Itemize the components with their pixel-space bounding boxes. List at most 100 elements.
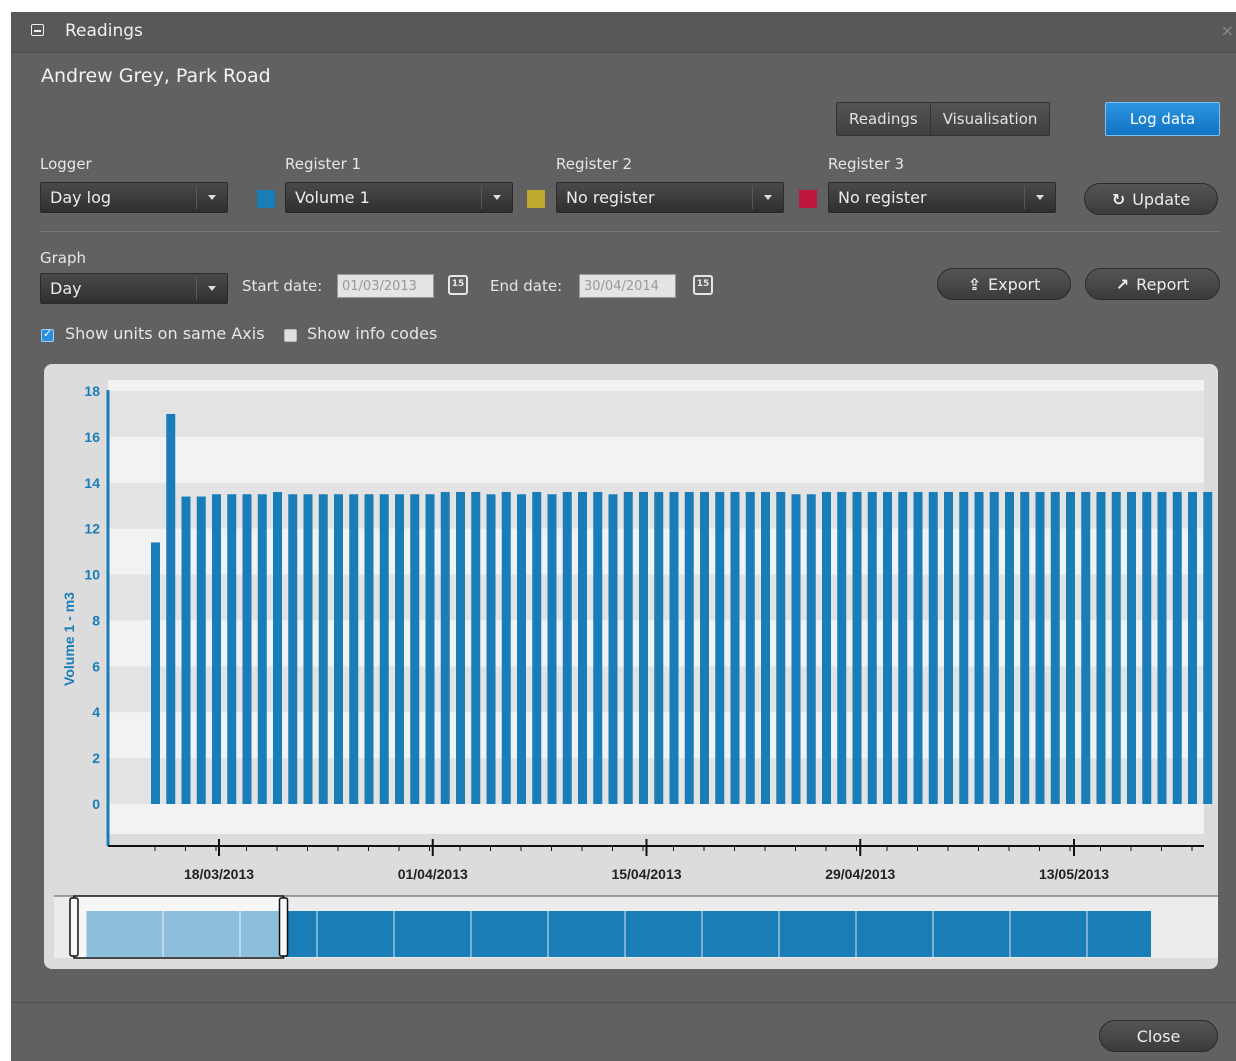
bar xyxy=(242,494,252,804)
bar xyxy=(639,491,648,804)
footer-divider xyxy=(11,1002,1236,1003)
bar xyxy=(257,494,267,804)
register-2-color-swatch xyxy=(527,190,545,208)
register-1-value: Volume 1 xyxy=(295,188,370,207)
x-tick-label: 29/04/2013 xyxy=(825,866,895,882)
y-tick-label: 2 xyxy=(92,750,100,766)
bar xyxy=(669,491,679,804)
bar xyxy=(654,491,664,804)
bar xyxy=(1020,491,1030,804)
close-button[interactable]: Close xyxy=(1099,1020,1218,1052)
tab-visualisation[interactable]: Visualisation xyxy=(929,103,1050,135)
y-tick-label: 16 xyxy=(84,429,100,445)
title-bar: Readings × xyxy=(11,12,1236,53)
bar xyxy=(151,542,160,804)
bar xyxy=(1203,491,1213,804)
bar xyxy=(440,491,450,804)
same-axis-label: Show units on same Axis xyxy=(65,324,265,343)
bar xyxy=(761,491,770,804)
tab-readings[interactable]: Readings xyxy=(837,103,930,135)
start-date-input[interactable]: 01/03/2013 xyxy=(337,274,434,298)
bar xyxy=(1066,491,1075,804)
bar xyxy=(913,491,923,804)
bar xyxy=(700,491,709,804)
export-label: Export xyxy=(988,275,1041,294)
bar xyxy=(486,494,496,804)
y-tick-label: 10 xyxy=(84,567,100,583)
bar xyxy=(791,494,801,804)
bar xyxy=(1157,491,1167,804)
register-3-value: No register xyxy=(838,188,927,207)
window-title: Readings xyxy=(65,21,143,41)
register-3-dropdown[interactable]: No register xyxy=(828,182,1056,213)
bar xyxy=(273,491,282,804)
register-1-label: Register 1 xyxy=(285,155,362,173)
y-tick-label: 18 xyxy=(84,383,100,399)
bar xyxy=(989,491,999,804)
export-button[interactable]: ⇪ Export xyxy=(937,268,1071,300)
graph-dropdown[interactable]: Day xyxy=(40,273,228,304)
register-3-label: Register 3 xyxy=(828,155,905,173)
calendar-icon[interactable]: 15 xyxy=(448,275,468,295)
register-1-dropdown[interactable]: Volume 1 xyxy=(285,182,513,213)
bar xyxy=(410,494,420,804)
update-button[interactable]: ↻ Update xyxy=(1084,183,1218,215)
export-icon: ⇪ xyxy=(967,275,982,294)
chevron-down-icon xyxy=(752,186,783,209)
bar xyxy=(227,494,237,804)
bar xyxy=(715,491,725,804)
x-tick-label: 18/03/2013 xyxy=(184,866,254,882)
y-tick-label: 12 xyxy=(84,521,100,537)
bar xyxy=(944,491,953,804)
logger-dropdown[interactable]: Day log xyxy=(40,182,228,213)
register-2-value: No register xyxy=(566,188,655,207)
navigator-handle xyxy=(278,897,289,957)
navigator-selection xyxy=(73,895,285,959)
info-codes-label: Show info codes xyxy=(307,324,438,343)
bar xyxy=(562,491,572,804)
bar xyxy=(318,494,328,804)
bar xyxy=(974,491,984,804)
bar xyxy=(578,491,587,804)
bar xyxy=(532,491,542,804)
start-date-label: Start date: xyxy=(242,277,323,295)
report-button[interactable]: ↗ Report xyxy=(1085,268,1220,300)
bar xyxy=(1096,491,1106,804)
bar xyxy=(959,491,969,804)
bar xyxy=(166,413,176,804)
same-axis-checkbox[interactable] xyxy=(41,327,54,342)
logger-label: Logger xyxy=(40,155,92,173)
bar xyxy=(547,494,557,804)
bar xyxy=(379,494,389,804)
bar xyxy=(867,491,877,804)
bar xyxy=(212,494,221,804)
x-tick-label: 15/04/2013 xyxy=(611,866,681,882)
y-tick-label: 4 xyxy=(92,704,100,720)
readings-window: Readings × Andrew Grey, Park Road Readin… xyxy=(11,12,1236,1061)
y-tick-label: 0 xyxy=(92,796,100,812)
bar xyxy=(181,496,191,804)
bar xyxy=(1188,491,1197,804)
register-2-dropdown[interactable]: No register xyxy=(556,182,784,213)
bar xyxy=(425,494,435,804)
bar xyxy=(501,491,511,804)
bar xyxy=(837,491,847,804)
bar xyxy=(684,491,694,804)
chevron-down-icon xyxy=(196,186,227,209)
bar xyxy=(1005,491,1014,804)
navigator-handle xyxy=(69,897,79,957)
info-codes-checkbox[interactable] xyxy=(284,329,297,342)
y-axis-label: Volume 1 - m3 xyxy=(61,592,77,686)
report-label: Report xyxy=(1136,275,1190,294)
bar xyxy=(898,491,908,804)
graph-value: Day xyxy=(50,279,82,298)
end-date-input[interactable]: 30/04/2014 xyxy=(579,274,676,298)
register-2-label: Register 2 xyxy=(556,155,633,173)
graph-label: Graph xyxy=(40,249,87,267)
window-close-icon[interactable]: × xyxy=(1221,21,1234,40)
log-data-button[interactable]: Log data xyxy=(1105,102,1220,136)
grid-band xyxy=(108,391,1204,437)
bar xyxy=(608,494,618,804)
calendar-icon[interactable]: 15 xyxy=(693,275,713,295)
chart-panel: Volume 1 - m3 0 2 4 6 8 10 12 14 16 18 18/03/2013 0… xyxy=(44,364,1218,969)
